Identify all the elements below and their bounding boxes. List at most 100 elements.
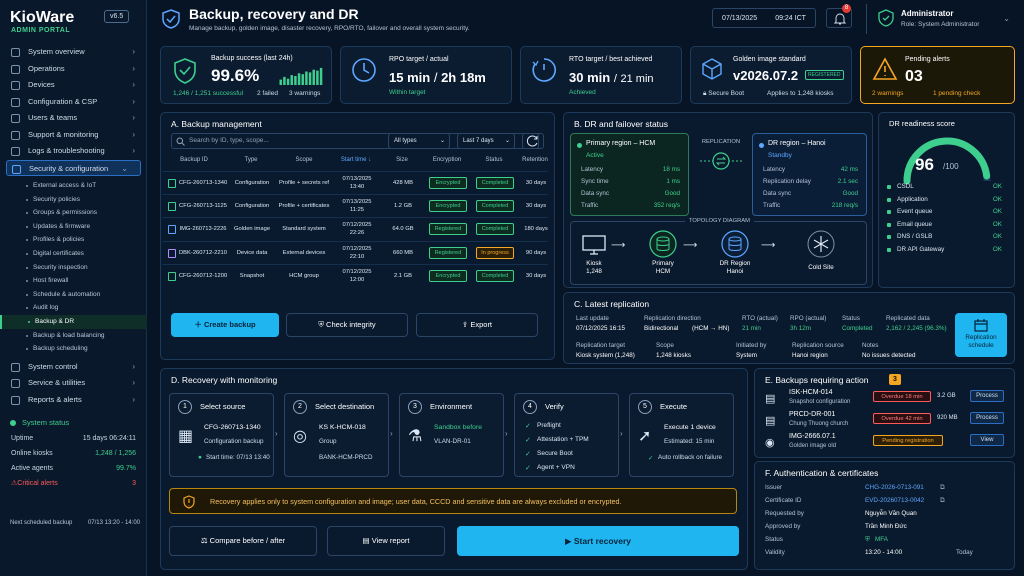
action-count-badge: 3 [889, 374, 901, 385]
replication-field-label: Replication target [576, 342, 626, 349]
table-row[interactable]: CFG-260713-1125 Configuration Profile + ce… [162, 194, 548, 217]
secure-boot-text: Secure Boot [708, 90, 745, 97]
sidebar-item-operations[interactable]: Operations › [0, 61, 147, 78]
replication-field-value: 07/12/2025 16:15 [576, 325, 626, 332]
replication-field-label: RTO (actual) [742, 315, 778, 322]
cell-start-time: 07/13/2025 11:25 [334, 198, 380, 214]
kpi-value: v2026.07.2 [733, 68, 799, 83]
sidebar-subitem[interactable]: Updates & firmware [0, 220, 147, 234]
table-row[interactable]: DBK-260712-2210 Device data External devic… [162, 240, 548, 264]
primary-region-card[interactable]: Primary region – HCM Active Latency 18 ms… [570, 133, 689, 216]
column-header[interactable]: Type [227, 157, 275, 163]
action-button[interactable]: Process [970, 412, 1004, 424]
column-header-sorted[interactable]: Start time ↓ [333, 157, 379, 163]
date-filter-select[interactable]: Last 7 days ⌄ [457, 133, 515, 149]
sidebar-item-devices[interactable]: Devices › [0, 77, 147, 94]
kpi-rpo[interactable]: RPO target / actual 15 min / 2h 18m With… [340, 46, 512, 104]
sidebar-subitem[interactable]: Backup scheduling [0, 342, 147, 356]
topology-node-dr: DR Region Hanoi [709, 260, 761, 276]
cell-start-time: 07/12/2025 22:26 [334, 221, 380, 237]
sidebar-subitem[interactable]: Security inspection [0, 261, 147, 275]
shield-check-icon [174, 58, 196, 84]
sidebar-subitem[interactable]: Schedule & automation [0, 288, 147, 302]
arrow-right-icon: ⟶ [611, 240, 626, 251]
start-clock: 12:00 [349, 276, 365, 283]
check-integrity-button[interactable]: ⛨ Check integrity [286, 313, 408, 337]
replication-field-label: Replicated data [886, 315, 930, 322]
view-report-button[interactable]: ▤ View report [327, 526, 445, 556]
region-state: Standby [768, 152, 792, 159]
column-header[interactable]: Encryption [423, 157, 471, 163]
sidebar-item-users[interactable]: Users & teams › [0, 110, 147, 127]
kpi-rto[interactable]: RTO target / best achieved 30 min / 21 m… [520, 46, 682, 104]
sidebar-item-service[interactable]: Service & utilities › [0, 375, 147, 392]
system-status-title: System status [0, 415, 147, 431]
recovery-step-5[interactable]: 5 Execute ➚ Execute 1 device Estimated: 15 m… [629, 393, 734, 477]
sidebar-item-logs[interactable]: Logs & troubleshooting › [0, 143, 147, 160]
copy-icon[interactable]: ⧉ [940, 497, 945, 505]
sidebar-item-label: System overview [28, 47, 85, 56]
dr-region-card[interactable]: DR region – Hanoi Standby Latency 42 ms Re… [752, 133, 867, 216]
sidebar-subitem[interactable]: Digital certificates [0, 247, 147, 261]
copy-icon[interactable]: ⧉ [940, 484, 945, 492]
table-row[interactable]: CFG-260713-1340 Configuration Profile + se… [162, 171, 548, 194]
backup-management-panel: A. Backup management Search by ID, type,… [160, 112, 555, 360]
action-item-desc: Chung Thuong church [789, 421, 849, 427]
sidebar-item-configuration[interactable]: Configuration & CSP › [0, 94, 147, 111]
sidebar-subitem[interactable]: Audit log [0, 301, 147, 315]
action-button[interactable]: Process [970, 390, 1004, 402]
recovery-step-3[interactable]: 3 Environment ⚗ Sandbox before VLAN-DR-01 [399, 393, 504, 477]
column-header[interactable]: Status [473, 157, 515, 163]
sidebar-subitem[interactable]: Groups & permissions [0, 206, 147, 220]
refresh-button[interactable] [522, 133, 544, 149]
cell-start-time: 07/12/2025 12:00 [334, 268, 380, 284]
service-icon [11, 379, 20, 389]
sidebar-subitem[interactable]: Host firewall [0, 274, 147, 288]
sidebar-subitem-backup-dr[interactable]: Backup & DR [0, 314, 147, 329]
create-backup-button[interactable]: ＋ Create backup [171, 313, 279, 337]
notification-count-badge: 8 [842, 4, 851, 13]
export-button[interactable]: ⇪ Export [416, 313, 538, 337]
sidebar-subitem[interactable]: Profiles & policies [0, 233, 147, 247]
status-value: 99.7% [116, 465, 136, 472]
recovery-step-1[interactable]: 1 Select source ▦ CFG-260713-1340 Configurat… [169, 393, 274, 477]
compare-button[interactable]: ⚖ Compare before / after [169, 526, 317, 556]
auth-field-label: Status [765, 536, 783, 543]
sidebar-item-system-control[interactable]: System control › [0, 359, 147, 376]
kpi-backup-success[interactable]: Backup success (last 24h) 99.6% 1,246 / … [160, 46, 332, 104]
auth-field-value: MFA [875, 536, 888, 543]
kpi-pending-alerts[interactable]: Pending alerts 03 2 warnings 1 pending c… [860, 46, 1015, 104]
status-row[interactable]: ⚠ Critical alerts 3 [0, 476, 147, 491]
column-header[interactable]: Retention [517, 157, 553, 163]
sidebar-subitem[interactable]: External access & IoT [0, 179, 147, 193]
column-header[interactable]: Size [385, 157, 419, 163]
replication-schedule-button[interactable]: Replication schedule [955, 313, 1007, 357]
sidebar-item-support[interactable]: Support & monitoring › [0, 127, 147, 144]
sidebar-item-reports[interactable]: Reports & alerts › [0, 392, 147, 409]
kpi-golden-image[interactable]: Golden image standard v2026.07.2 REGISTE… [690, 46, 852, 104]
recovery-step-4[interactable]: 4 Verify ✓ Preflight ✓ Attestation + TPM ✓ Secu… [514, 393, 619, 477]
replication-field-label: RPO (actual) [790, 315, 827, 322]
auth-field-value: Trần Minh Đức [865, 523, 907, 530]
recovery-step-2[interactable]: 2 Select destination ◎ KS K-HCM-018 Group BAN… [284, 393, 389, 477]
sidebar-item-security[interactable]: Security & configuration ⌄ [6, 159, 141, 176]
sidebar-subitem[interactable]: Backup & load balancing [0, 329, 147, 343]
type-filter-select[interactable]: All types ⌄ [388, 133, 450, 149]
auth-field-label: Validity [765, 549, 785, 556]
sidebar-item-system-overview[interactable]: System overview › [0, 44, 147, 61]
user-name: Administrator [901, 9, 954, 18]
table-row[interactable]: IMG-260713-2226 Golden image Standard syst… [162, 217, 548, 240]
start-recovery-button[interactable]: ▶ Start recovery [457, 526, 739, 556]
table-row[interactable]: CFG-260712-1200 Snapshot HCM group 07/12/20… [162, 263, 548, 287]
auth-field-value[interactable]: CHG-2026-0713-091 [865, 484, 924, 491]
user-menu[interactable]: Administrator Role: System Administrator… [866, 4, 1016, 34]
auth-field-value[interactable]: EVD-20260713-0042 [865, 497, 924, 504]
action-button[interactable]: View [970, 434, 1004, 446]
sidebar-subitem[interactable]: Security policies [0, 193, 147, 207]
column-header[interactable]: Backup ID [165, 157, 223, 163]
start-date: 07/12/2025 [342, 222, 372, 229]
cell-start-time: 07/13/2025 13:40 [334, 175, 380, 191]
metric-label: Sync time [581, 178, 609, 185]
verify-item: Attestation + TPM [537, 436, 589, 443]
column-header[interactable]: Scope [277, 157, 331, 163]
